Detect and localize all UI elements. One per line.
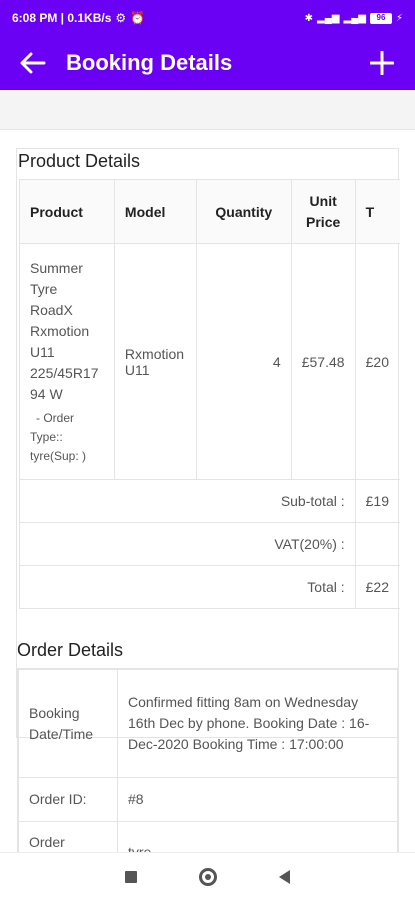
order-details-title: Order Details (17, 640, 124, 660)
quantity-cell: 4 (195, 243, 292, 480)
vat-row: VAT(20%) : £3 (19, 522, 400, 566)
order-type-line: tyre(Sup: ) (30, 448, 87, 463)
booking-datetime-label: Booking Date/Time (18, 669, 118, 778)
subtotal-value: £19 (354, 479, 400, 523)
arrow-left-icon[interactable] (18, 48, 48, 78)
total-row: Total : £22 (19, 565, 400, 609)
app-bar: Booking Details (0, 36, 415, 90)
product-line: 225/45R17 (30, 364, 99, 381)
product-line: Tyre (30, 280, 58, 297)
booking-datetime-value: Confirmed fitting 8am on Wednesday 16th … (117, 669, 398, 778)
header-product: Product (19, 179, 115, 244)
circle-icon[interactable] (199, 867, 217, 886)
table-header-row: Product Model Quantity Unit Price T (19, 179, 400, 244)
order-type-line: Type:: (30, 429, 63, 444)
product-cell: Summer Tyre RoadX Rxmotion U11 225/45R17… (19, 243, 115, 480)
product-line: U11 (30, 343, 55, 360)
table-row: Order tyre (18, 821, 398, 852)
status-left: 6:08 PM | 0.1KB/s ⚙ ⏰ (12, 11, 145, 25)
order-type-line: - Order (36, 410, 75, 425)
order-details-table: Booking Date/Time Confirmed fitting 8am … (17, 668, 399, 852)
total-cell: £20 (354, 243, 400, 480)
header-model: Model (113, 179, 197, 244)
table-row: Booking Date/Time Confirmed fitting 8am … (18, 669, 398, 778)
total-value: £22 (354, 565, 400, 609)
scroll-content[interactable]: Product Details Product Model Quantity U… (0, 130, 415, 852)
plus-icon[interactable] (367, 48, 397, 78)
order-id-label: Order ID: (18, 777, 118, 822)
header-unit-price: Unit Price (290, 179, 356, 244)
alarm-icon: ⏰ (130, 11, 146, 25)
product-line: Summer (30, 259, 83, 276)
charging-icon: ⚡ (395, 12, 403, 24)
model-cell: Rxmotion U11 (113, 243, 197, 480)
subtotal-row: Sub-total : £19 (19, 479, 400, 523)
unit-price-cell: £57.48 (290, 243, 356, 480)
product-line: Rxmotion (30, 322, 90, 339)
order-id-value: #8 (117, 777, 398, 822)
order-type: - Order Type:: tyre(Sup: ) (30, 409, 104, 466)
signal-icon-2: ▂▄▆ (343, 12, 366, 24)
table-row: Summer Tyre RoadX Rxmotion U11 225/45R17… (19, 243, 400, 480)
status-right: ✱ ▂▄▆ ▂▄▆ 96 ⚡ (304, 12, 403, 24)
battery-icon: 96 (369, 12, 392, 24)
page-title: Booking Details (66, 50, 233, 75)
header-quantity: Quantity (195, 179, 292, 244)
order-label: Order (18, 821, 118, 852)
header-total: T (354, 179, 400, 244)
status-time-speed: 6:08 PM | 0.1KB/s (12, 11, 112, 25)
product-line: 94 W (30, 385, 63, 402)
system-nav-bar (0, 852, 415, 900)
product-details-title: Product Details (18, 151, 141, 171)
table-row: Order ID: #8 (18, 777, 398, 822)
product-table[interactable]: Product Model Quantity Unit Price T Summ… (19, 179, 400, 609)
order-value: tyre (117, 821, 398, 852)
product-line: RoadX (30, 301, 73, 318)
triangle-back-icon[interactable] (279, 869, 290, 884)
square-icon[interactable] (125, 870, 137, 883)
vat-value: £3 (354, 522, 400, 566)
subtotal-label: Sub-total : (19, 479, 356, 523)
status-bar: 6:08 PM | 0.1KB/s ⚙ ⏰ ✱ ▂▄▆ ▂▄▆ 96 ⚡ (0, 0, 415, 36)
sync-icon: ⚙ (115, 11, 127, 25)
total-label: Total : (19, 565, 356, 609)
vat-label: VAT(20%) : (19, 522, 356, 566)
signal-icon: ▂▄▆ (317, 12, 340, 24)
bluetooth-icon: ✱ (304, 12, 314, 24)
toolbar-spacer (0, 90, 415, 130)
